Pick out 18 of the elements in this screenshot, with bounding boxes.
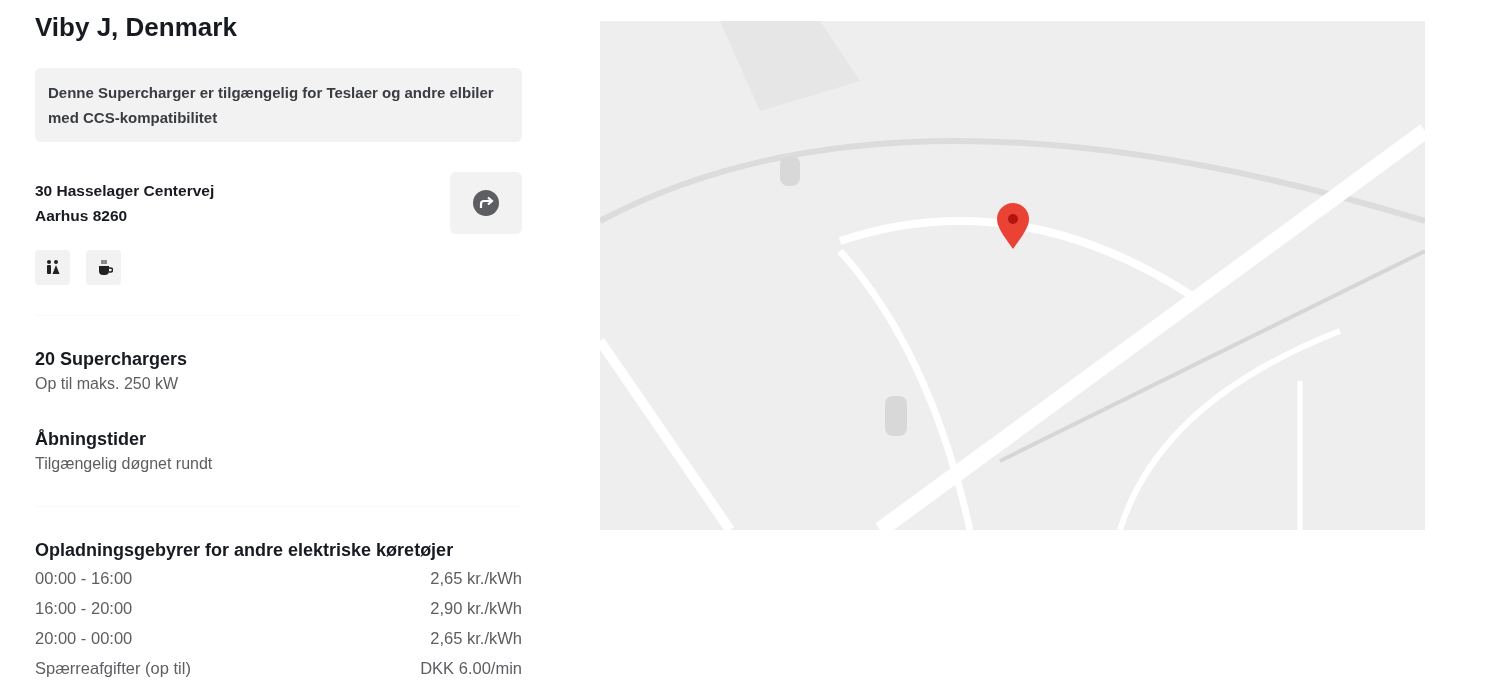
section-text: Tilgængelig døgnet rundt <box>35 454 214 474</box>
fee-value: 2,65 kr./kWh <box>430 628 522 649</box>
city-address: Aarhus 8260 <box>35 206 129 226</box>
section-text: Op til maks. 250 kW <box>35 374 180 394</box>
fee-value: 2,90 kr./kWh <box>430 598 522 619</box>
fees-heading: Opladningsgebyrer for andre elektriske køretøjer <box>35 539 455 562</box>
fee-label: 20:00 - 00:00 <box>35 628 133 649</box>
notice-text: Denne Supercharger er tilgængelig for Teslaer og andre elbiler med CCS-kompatibilitet <box>35 68 522 142</box>
section-heading: 20 Superchargers <box>35 348 189 371</box>
fee-value: DKK 6.00/min <box>420 658 522 679</box>
directions-button[interactable] <box>450 172 522 234</box>
section-heading: Åbningstider <box>35 428 147 451</box>
fee-label: 16:00 - 20:00 <box>35 598 133 619</box>
fee-label: Spærreafgifter (op til) <box>35 658 191 679</box>
street-address: 30 Hasselager Centervej <box>35 181 215 201</box>
fee-label: 00:00 - 16:00 <box>35 568 133 589</box>
fee-value: 2,65 kr./kWh <box>430 568 522 589</box>
location-title: Viby J, Denmark <box>35 14 238 40</box>
